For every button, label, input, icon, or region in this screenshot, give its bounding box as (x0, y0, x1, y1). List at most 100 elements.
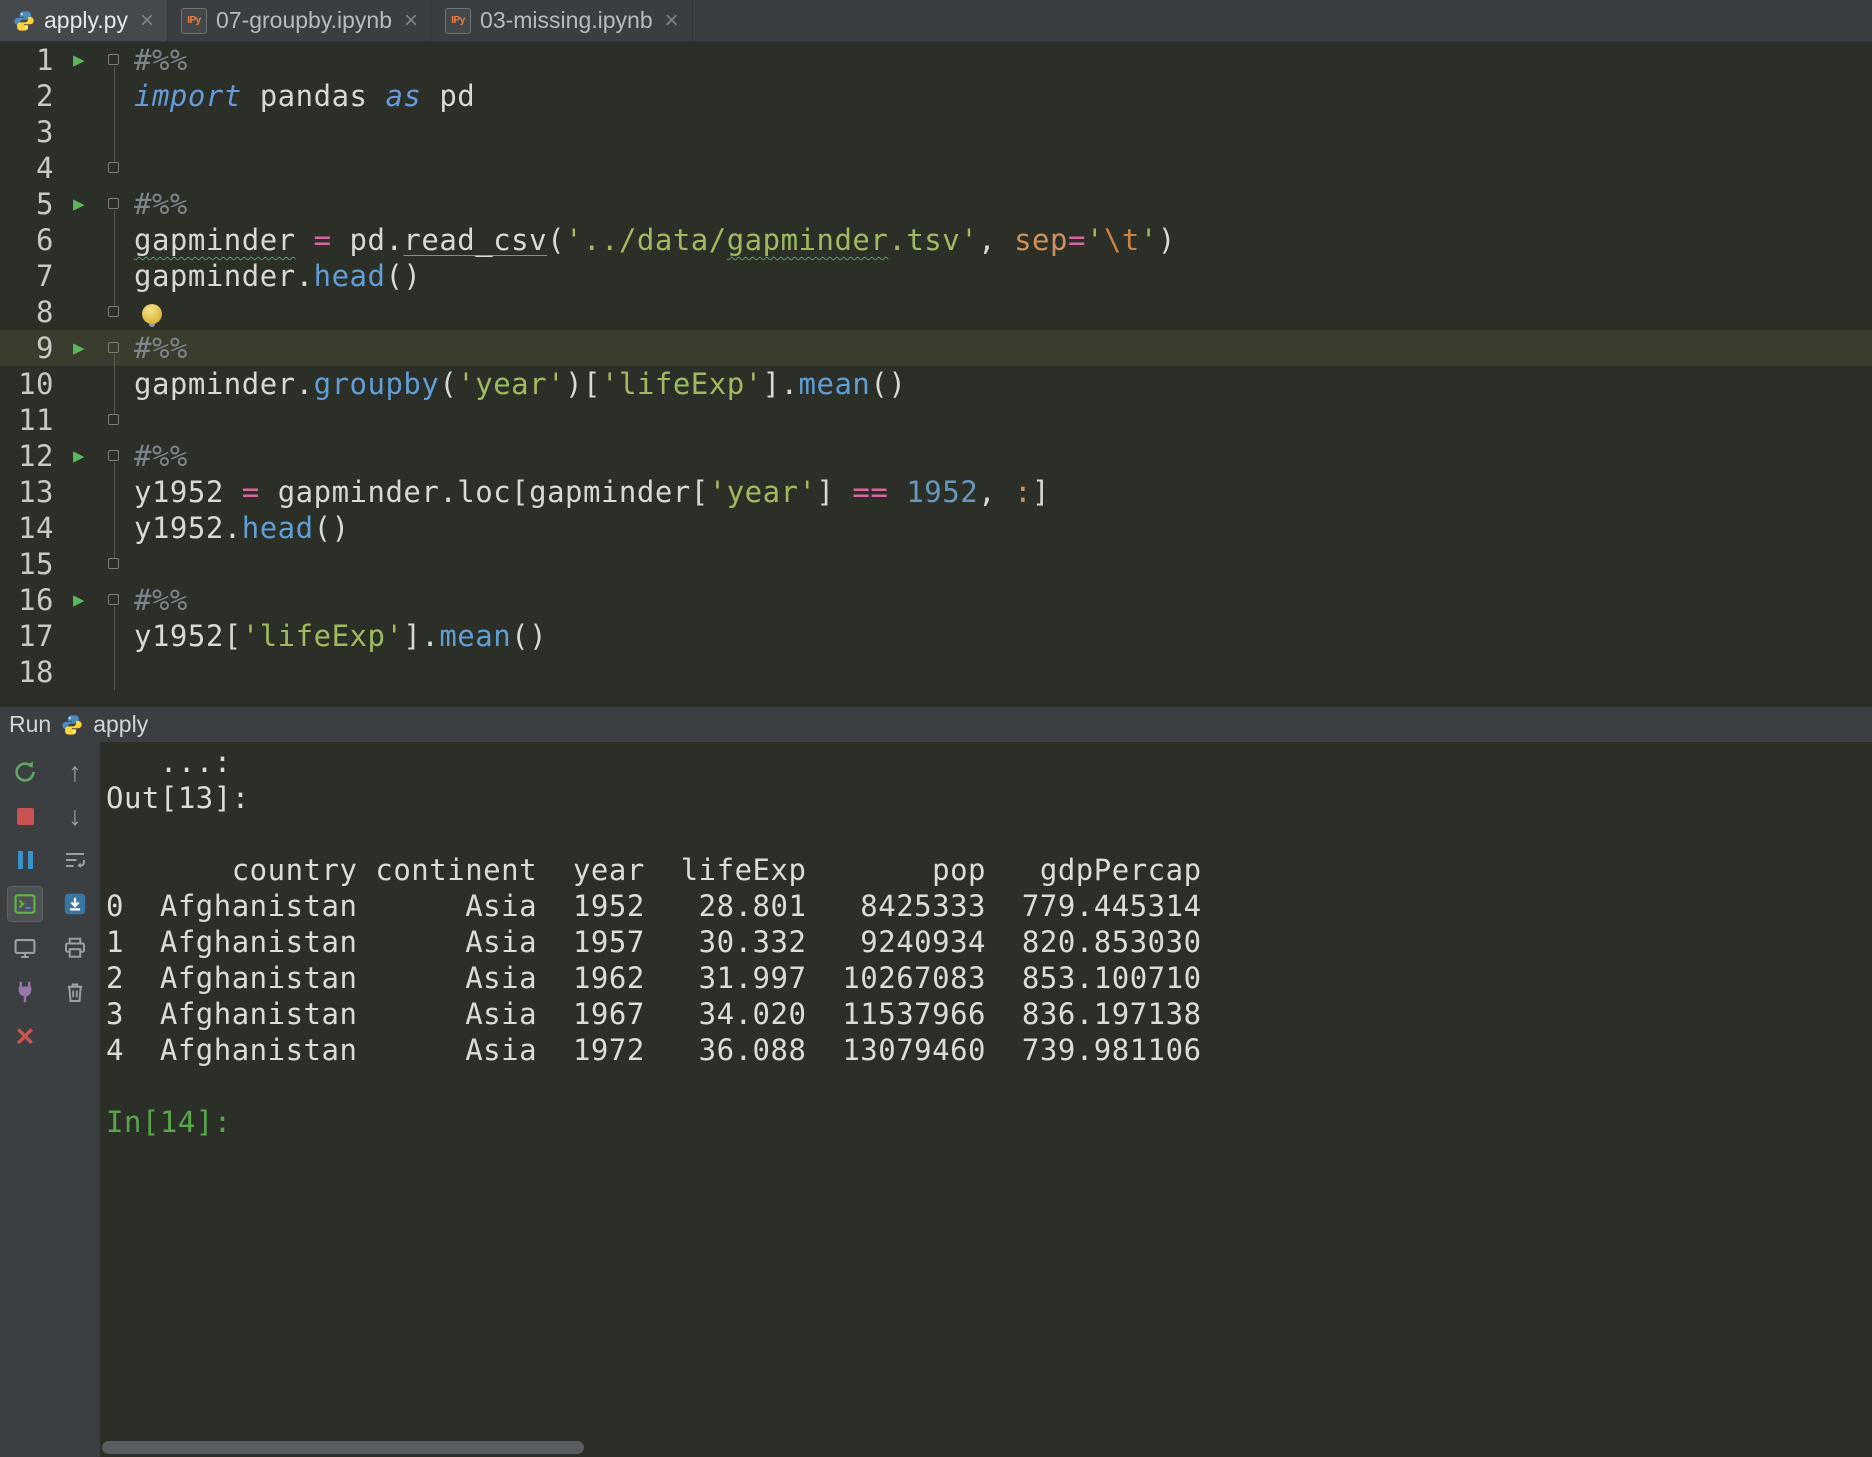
code-text[interactable] (126, 402, 134, 438)
fold-gutter[interactable] (96, 186, 126, 222)
fold-gutter[interactable] (96, 42, 126, 78)
fold-gutter[interactable] (96, 330, 126, 366)
editor[interactable]: 1▶#%%2import pandas as pd345▶#%%6gapmind… (0, 42, 1872, 706)
editor-line[interactable]: 14y1952.head() (0, 510, 1872, 546)
soft-wrap-icon[interactable] (57, 842, 93, 878)
editor-tab[interactable]: apply.py× (0, 0, 168, 41)
fold-gutter[interactable] (96, 402, 126, 438)
print-icon[interactable] (57, 930, 93, 966)
code-text[interactable] (126, 654, 134, 690)
code-text[interactable]: y1952 = gapminder.loc[gapminder['year'] … (126, 474, 1050, 510)
fold-gutter[interactable] (96, 366, 126, 402)
fold-marker-icon[interactable] (108, 54, 119, 65)
code-text[interactable]: import pandas as pd (126, 78, 475, 114)
command-line-icon[interactable] (7, 930, 43, 966)
fold-gutter[interactable] (96, 546, 126, 582)
code-text[interactable]: #%% (126, 330, 188, 366)
run-cell-gutter[interactable]: ▶ (62, 438, 96, 474)
fold-marker-icon[interactable] (108, 558, 119, 569)
fold-marker-icon[interactable] (108, 414, 119, 425)
editor-line[interactable]: 1 ▶ #%% (0, 42, 1872, 78)
rerun-icon[interactable] (7, 754, 43, 790)
editor-tab[interactable]: IPy07-groupby.ipynb× (168, 0, 432, 41)
editor-line[interactable]: 12▶#%% (0, 438, 1872, 474)
editor-line[interactable]: 3 (0, 114, 1872, 150)
fold-gutter[interactable] (96, 654, 126, 690)
fold-gutter[interactable] (96, 114, 126, 150)
intention-bulb-icon[interactable] (142, 304, 162, 324)
fold-marker-icon[interactable] (108, 162, 119, 173)
editor-tab[interactable]: IPy03-missing.ipynb× (432, 0, 693, 41)
fold-gutter[interactable] (96, 582, 126, 618)
fold-gutter[interactable] (96, 474, 126, 510)
editor-line[interactable]: 18 (0, 654, 1872, 690)
fold-gutter[interactable] (96, 78, 126, 114)
code-text[interactable]: gapminder = pd.read_csv('../data/gapmind… (126, 222, 1176, 258)
run-cell-icon[interactable]: ▶ (73, 339, 85, 358)
close-icon[interactable]: × (7, 1018, 43, 1054)
fold-gutter[interactable] (96, 294, 126, 330)
editor-line[interactable]: 9▶#%% (0, 330, 1872, 366)
code-text[interactable] (126, 546, 134, 582)
editor-line[interactable]: 5 ▶ #%% (0, 186, 1872, 222)
console-output[interactable]: ...: Out[13]: country continent year lif… (100, 742, 1872, 1457)
editor-line[interactable]: 15 (0, 546, 1872, 582)
editor-line[interactable]: 17y1952['lifeExp'].mean() (0, 618, 1872, 654)
python-prompt-icon[interactable] (7, 886, 43, 922)
code-text[interactable]: #%% (126, 438, 188, 474)
run-cell-gutter[interactable]: ▶ (62, 186, 96, 222)
editor-line[interactable]: 16▶#%% (0, 582, 1872, 618)
editor-line[interactable]: 7gapminder.head() (0, 258, 1872, 294)
scroll-to-end-icon[interactable] (57, 886, 93, 922)
editor-line[interactable]: 4 (0, 150, 1872, 186)
tab-close-icon[interactable]: × (665, 9, 679, 33)
editor-line[interactable]: 2import pandas as pd (0, 78, 1872, 114)
run-tab-label[interactable]: Run (9, 711, 51, 738)
code-text[interactable] (126, 294, 162, 330)
editor-line[interactable]: 13y1952 = gapminder.loc[gapminder['year'… (0, 474, 1872, 510)
code-text[interactable] (126, 150, 134, 186)
fold-marker-icon[interactable] (108, 198, 119, 209)
fold-gutter[interactable] (96, 258, 126, 294)
code-text[interactable]: #%% (126, 186, 188, 222)
down-stack-icon[interactable]: ↓ (57, 798, 93, 834)
fold-gutter[interactable] (96, 438, 126, 474)
code-text[interactable]: gapminder.head() (126, 258, 421, 294)
editor-line[interactable]: 10gapminder.groupby('year')['lifeExp'].m… (0, 366, 1872, 402)
fold-marker-icon[interactable] (108, 342, 119, 353)
code-text[interactable]: gapminder.groupby('year')['lifeExp'].mea… (126, 366, 906, 402)
editor-line[interactable]: 8 (0, 294, 1872, 330)
fold-marker-icon[interactable] (108, 306, 119, 317)
code-text[interactable]: y1952.head() (126, 510, 350, 546)
editor-tab-bar: apply.py×IPy07-groupby.ipynb×IPy03-missi… (0, 0, 1872, 42)
horizontal-scrollbar-thumb[interactable] (102, 1441, 584, 1454)
fold-gutter[interactable] (96, 510, 126, 546)
tab-close-icon[interactable]: × (404, 9, 418, 33)
fold-marker-icon[interactable] (108, 450, 119, 461)
code-text[interactable]: #%% (126, 42, 188, 78)
fold-gutter[interactable] (96, 222, 126, 258)
editor-line[interactable]: 11 (0, 402, 1872, 438)
fold-gutter[interactable] (96, 150, 126, 186)
clear-all-icon[interactable] (57, 974, 93, 1010)
attach-plug-icon[interactable] (7, 974, 43, 1010)
code-text[interactable] (126, 114, 134, 150)
run-cell-gutter[interactable]: ▶ (62, 582, 96, 618)
up-stack-icon[interactable]: ↑ (57, 754, 93, 790)
run-cell-icon[interactable]: ▶ (73, 51, 85, 70)
fold-gutter[interactable] (96, 618, 126, 654)
stop-icon[interactable] (7, 798, 43, 834)
run-cell-gutter[interactable]: ▶ (62, 330, 96, 366)
code-text[interactable]: y1952['lifeExp'].mean() (126, 618, 547, 654)
line-number: 5 (0, 186, 62, 222)
run-cell-icon[interactable]: ▶ (73, 591, 85, 610)
run-cell-icon[interactable]: ▶ (73, 447, 85, 466)
editor-line[interactable]: 6gapminder = pd.read_csv('../data/gapmin… (0, 222, 1872, 258)
tab-close-icon[interactable]: × (140, 9, 154, 33)
code-text[interactable]: #%% (126, 582, 188, 618)
run-cell-gutter[interactable]: ▶ (62, 42, 96, 78)
line-number: 1 (0, 42, 62, 78)
run-cell-icon[interactable]: ▶ (73, 195, 85, 214)
fold-marker-icon[interactable] (108, 594, 119, 605)
pause-output-icon[interactable] (7, 842, 43, 878)
